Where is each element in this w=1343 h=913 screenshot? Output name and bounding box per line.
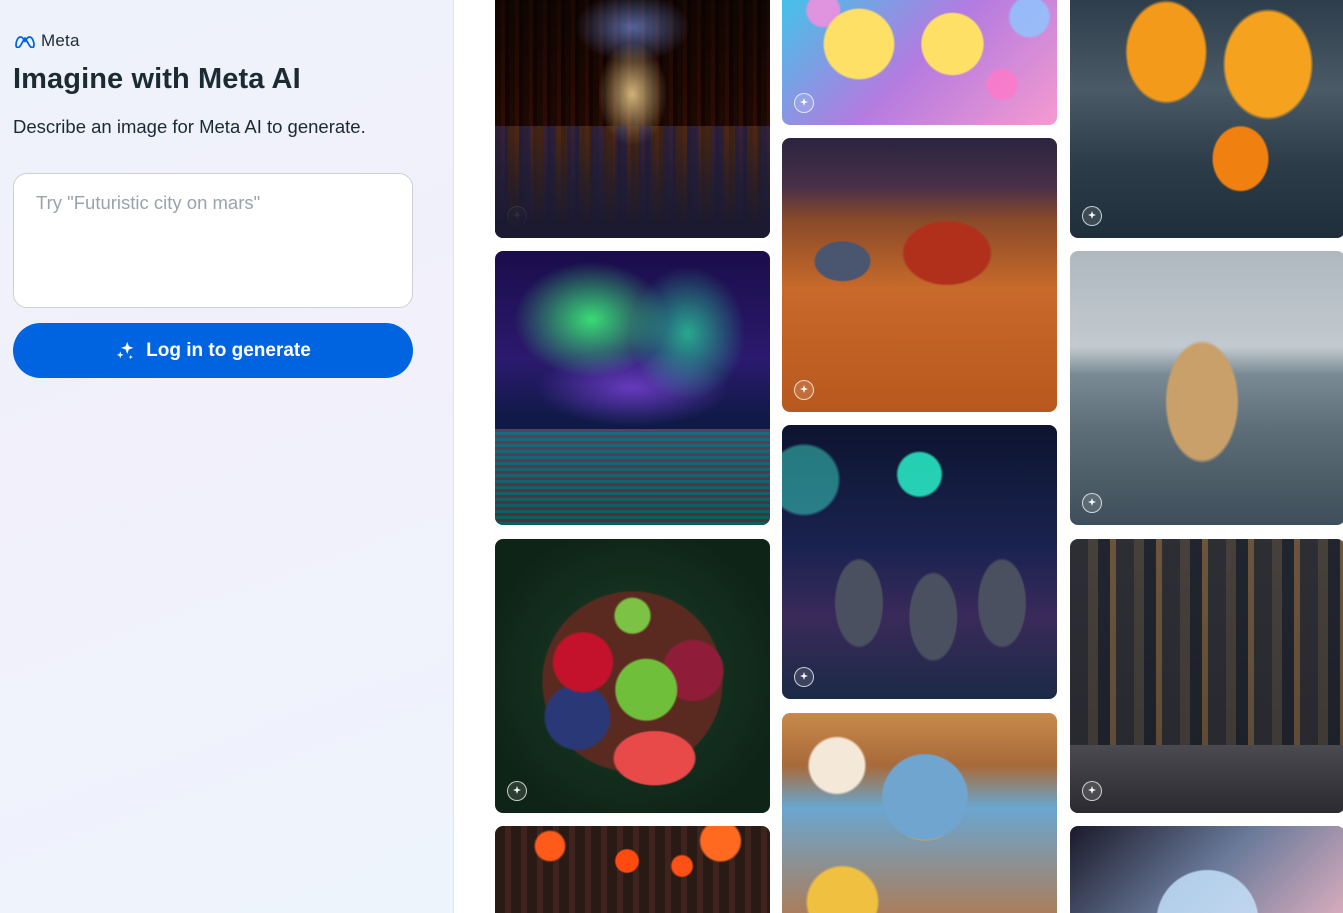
gallery-image-lanterns[interactable] (495, 826, 770, 913)
meta-ai-badge-icon (794, 93, 814, 113)
meta-ai-badge-icon (794, 667, 814, 687)
meta-ai-badge-icon (507, 206, 527, 226)
gallery-image-ducks[interactable] (782, 0, 1057, 125)
meta-ai-badge-icon (1082, 206, 1102, 226)
brand-logo[interactable]: Meta (13, 31, 80, 51)
meta-ai-badge-icon (794, 380, 814, 400)
login-to-generate-button[interactable]: Log in to generate (13, 323, 413, 378)
meta-ai-badge-icon (1082, 781, 1102, 801)
meta-ai-badge-icon (507, 493, 527, 513)
gallery-image-library[interactable] (495, 0, 770, 238)
gallery-image-fruit[interactable] (495, 539, 770, 813)
page-subtitle: Describe an image for Meta AI to generat… (13, 116, 366, 137)
gallery-image-dog[interactable] (1070, 251, 1343, 525)
prompt-input[interactable] (13, 173, 413, 308)
page-title: Imagine with Meta AI (13, 63, 301, 95)
meta-ai-badge-icon (1082, 493, 1102, 513)
gallery-image-aurora[interactable] (495, 251, 770, 525)
gallery-image-bubble[interactable] (1070, 826, 1343, 913)
meta-ai-badge-icon (507, 781, 527, 801)
left-panel: Meta Imagine with Meta AI Describe an im… (0, 0, 454, 913)
gallery-image-bird[interactable] (782, 713, 1057, 913)
gallery-image-mars[interactable] (782, 138, 1057, 412)
gallery-image-space[interactable] (782, 425, 1057, 699)
sparkle-icon (116, 341, 134, 360)
meta-logo-icon (15, 36, 35, 48)
gallery-image-butterfly[interactable] (1070, 0, 1343, 238)
image-gallery (455, 0, 1343, 913)
brand-name: Meta (41, 31, 80, 50)
login-button-label: Log in to generate (146, 339, 311, 361)
gallery-image-city[interactable] (1070, 539, 1343, 813)
